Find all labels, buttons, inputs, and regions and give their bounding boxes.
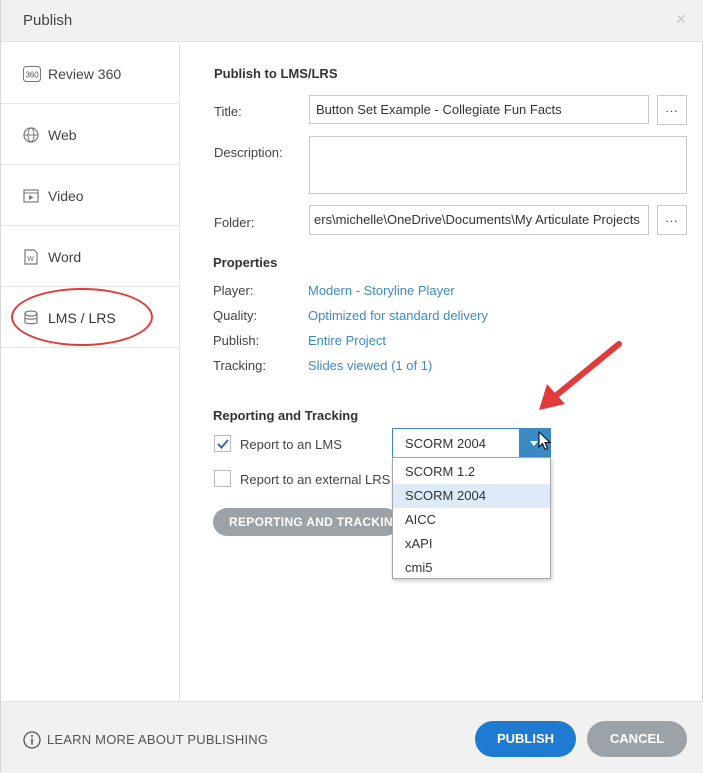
sidebar-item-web[interactable]: Web [1,104,179,165]
sidebar-item-label: Review 360 [48,66,122,82]
reporting-heading: Reporting and Tracking [213,408,359,423]
title-input[interactable]: Button Set Example - Collegiate Fun Fact… [309,95,649,124]
mouse-cursor-icon [538,431,552,451]
lms-option-xapi[interactable]: xAPI [393,532,550,556]
quality-label: Quality: [213,308,258,323]
title-bar: Publish ✕ [1,0,703,42]
reporting-tracking-button[interactable]: REPORTING AND TRACKING... [213,508,399,536]
cancel-button[interactable]: CANCEL [587,721,687,757]
description-input[interactable] [309,136,687,194]
sidebar-item-lms-lrs[interactable]: LMS / LRS [1,287,179,348]
title-browse-button[interactable]: ... [657,95,687,125]
lms-option-aicc[interactable]: AICC [393,508,550,532]
lms-select-value: SCORM 2004 [405,436,486,451]
folder-label: Folder: [214,215,255,230]
sidebar-item-review-360[interactable]: 360 Review 360 [1,43,179,104]
lms-options-dropdown: SCORM 1.2 SCORM 2004 AICC xAPI cmi5 [392,457,551,579]
publish-dialog: Publish ✕ 360 Review 360 Web Video W Wor… [0,0,703,773]
sidebar-item-word[interactable]: W Word [1,226,179,287]
folder-input[interactable]: ers\michelle\OneDrive\Documents\My Artic… [309,205,649,235]
sidebar-item-label: Video [48,188,84,204]
report-lms-checkbox[interactable] [214,435,231,452]
word-document-icon: W [23,249,40,265]
checkmark-icon [217,439,229,449]
lms-standard-select[interactable]: SCORM 2004 [392,428,551,458]
publish-sidebar: 360 Review 360 Web Video W Word LMS / LR… [1,43,180,701]
publish-scope-label: Publish: [213,333,260,348]
description-label: Description: [214,145,283,160]
lms-option-scorm-2004[interactable]: SCORM 2004 [393,484,550,508]
report-lrs-checkbox[interactable] [214,470,231,487]
sidebar-item-video[interactable]: Video [1,165,179,226]
report-lrs-label: Report to an external LRS [240,472,391,487]
tracking-link[interactable]: Slides viewed (1 of 1) [308,358,432,373]
database-icon [23,310,40,326]
publish-scope-link[interactable]: Entire Project [308,333,386,348]
sidebar-item-label: LMS / LRS [48,310,116,326]
lms-option-cmi5[interactable]: cmi5 [393,556,550,580]
sidebar-item-label: Web [48,127,77,143]
dialog-title: Publish [23,12,73,29]
film-icon [23,188,40,204]
svg-text:W: W [27,256,34,263]
quality-link[interactable]: Optimized for standard delivery [308,308,488,323]
publish-button[interactable]: PUBLISH [475,721,576,757]
learn-more-link[interactable]: LEARN MORE ABOUT PUBLISHING [47,732,268,747]
sidebar-item-label: Word [48,249,82,265]
player-label: Player: [213,283,254,298]
title-label: Title: [214,104,242,119]
player-link[interactable]: Modern - Storyline Player [308,283,455,298]
review-360-icon: 360 [23,66,41,82]
info-icon [23,731,41,749]
tracking-label: Tracking: [213,358,266,373]
lms-option-scorm-12[interactable]: SCORM 1.2 [393,460,550,484]
report-lms-label: Report to an LMS [240,437,342,452]
globe-icon [23,127,40,143]
review-360-badge: 360 [25,71,39,80]
properties-heading: Properties [213,255,278,270]
publish-heading: Publish to LMS/LRS [214,66,338,81]
close-icon[interactable]: ✕ [674,12,688,26]
dialog-footer: LEARN MORE ABOUT PUBLISHING PUBLISH CANC… [1,701,703,773]
annotation-arrow-icon [539,341,622,410]
folder-browse-button[interactable]: ... [657,205,687,235]
